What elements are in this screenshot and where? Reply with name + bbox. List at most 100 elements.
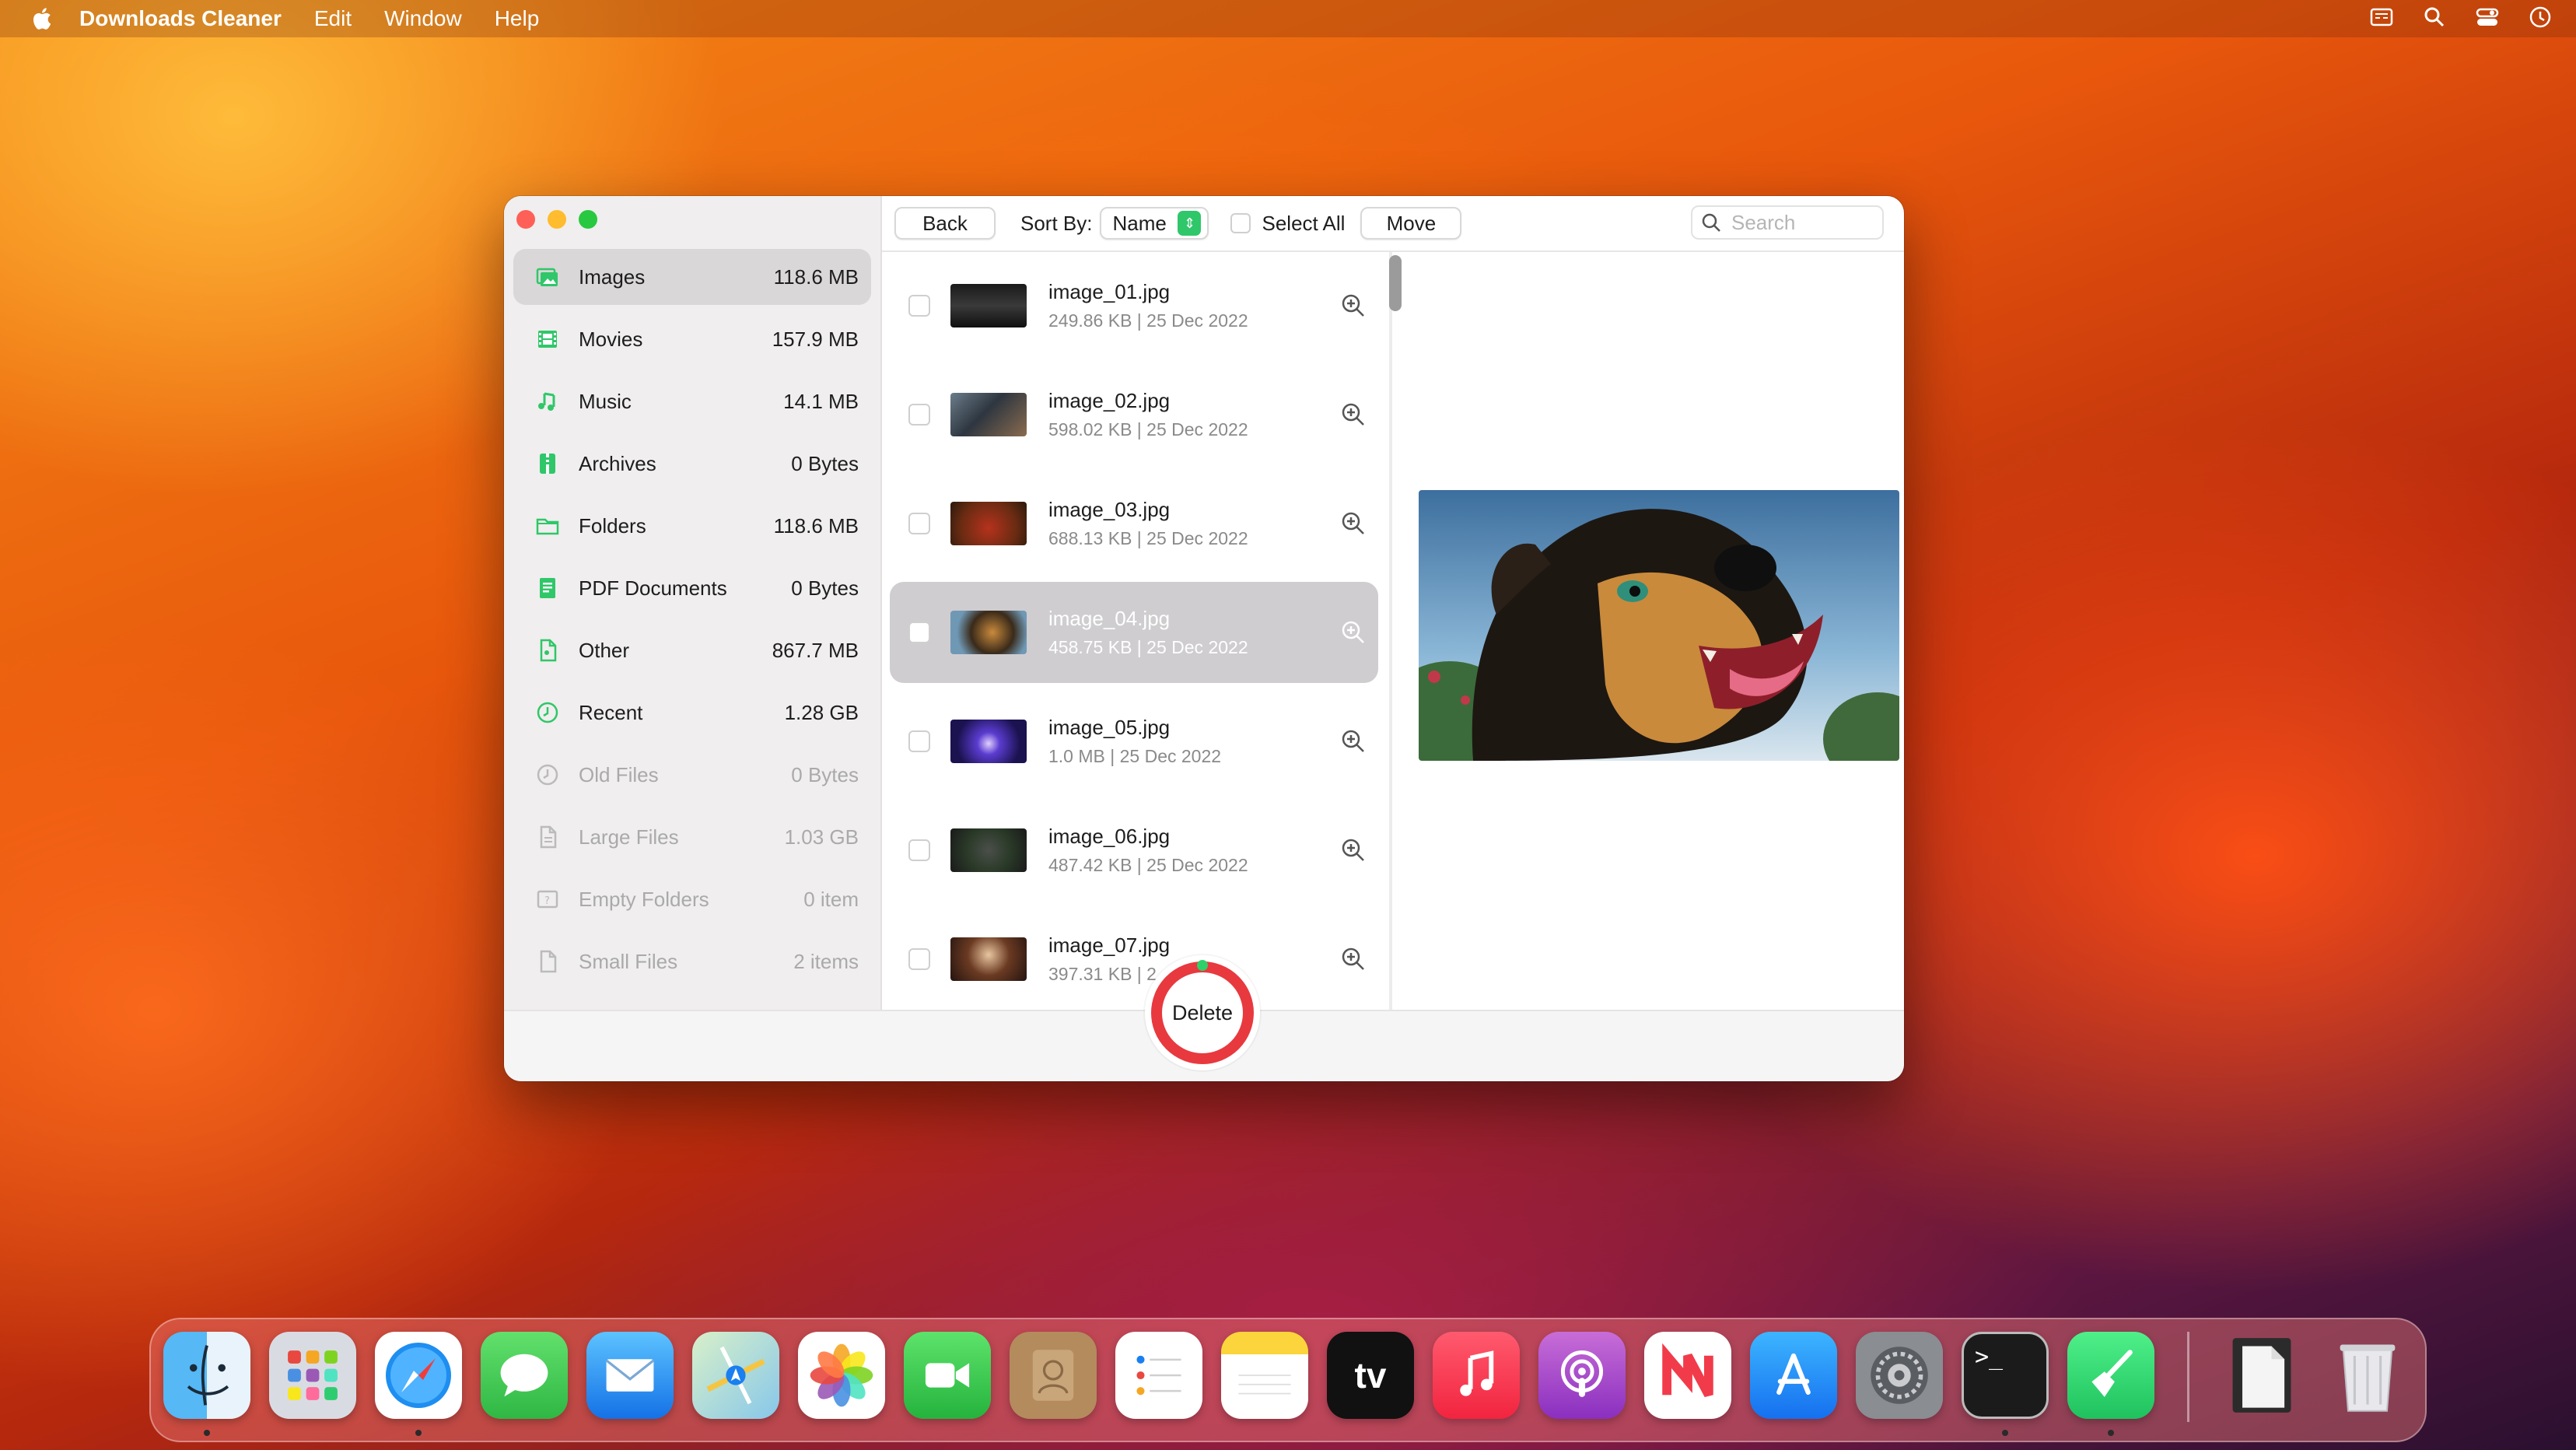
file-row[interactable]: image_05.jpg 1.0 MB | 25 Dec 2022 (890, 691, 1378, 792)
menu-app-name[interactable]: Downloads Cleaner (79, 6, 282, 31)
sidebar-item-images[interactable]: Images 118.6 MB (513, 249, 871, 305)
chevron-up-down-icon: ⇕ (1178, 211, 1202, 236)
dock-terminal-icon[interactable]: >_ (1962, 1332, 2049, 1419)
file-name: image_04.jpg (1048, 607, 1171, 630)
dock-mail-icon[interactable] (586, 1332, 674, 1419)
sidebar-item-size: 0 item (803, 887, 859, 911)
zoom-in-icon[interactable] (1339, 727, 1367, 755)
archive-icon (534, 450, 562, 478)
dock-running-indicator (2108, 1430, 2114, 1436)
file-row[interactable]: image_02.jpg 598.02 KB | 25 Dec 2022 (890, 364, 1378, 465)
folder-icon (534, 512, 562, 540)
menu-help[interactable]: Help (495, 6, 540, 31)
file-checkbox[interactable] (908, 730, 930, 752)
sidebar-item-pdf-documents[interactable]: PDF Documents 0 Bytes (513, 560, 871, 616)
file-checkbox[interactable] (908, 513, 930, 534)
zoom-in-icon[interactable] (1339, 510, 1367, 538)
zoom-in-icon[interactable] (1339, 618, 1367, 646)
select-all-checkbox[interactable] (1230, 213, 1251, 233)
sidebar-item-old-files[interactable]: Old Files 0 Bytes (513, 747, 871, 803)
sidebar-item-archives[interactable]: Archives 0 Bytes (513, 436, 871, 492)
search-placeholder: Search (1731, 210, 1796, 234)
dock-apple-tv-icon[interactable]: tv (1327, 1332, 1414, 1419)
zoom-in-icon[interactable] (1339, 292, 1367, 320)
sort-by-select[interactable]: Name ⇕ (1100, 207, 1209, 240)
file-row[interactable]: image_07.jpg 397.31 KB | 2 (890, 909, 1378, 1010)
dock-maps-icon[interactable] (692, 1332, 779, 1419)
move-button[interactable]: Move (1360, 207, 1462, 240)
file-name: image_07.jpg (1048, 933, 1171, 957)
category-list: Images 118.6 MB Movies 157.9 MB Music 14… (513, 249, 871, 996)
dock-notes-icon[interactable] (1221, 1332, 1308, 1419)
sidebar-item-folders[interactable]: Folders 118.6 MB (513, 498, 871, 554)
dock-finder-icon[interactable] (163, 1332, 250, 1419)
sidebar-item-music[interactable]: Music 14.1 MB (513, 373, 871, 429)
dock-photos-icon[interactable] (798, 1332, 885, 1419)
sidebar-item-empty-folders[interactable]: ? Empty Folders 0 item (513, 871, 871, 927)
sidebar-item-label: Movies (579, 327, 643, 351)
zoom-window-button[interactable] (579, 210, 597, 229)
minimize-window-button[interactable] (548, 210, 566, 229)
file-checkbox[interactable] (908, 622, 930, 643)
search-field[interactable]: Search (1691, 205, 1884, 240)
clock-status-icon[interactable] (2528, 5, 2553, 30)
sidebar-item-other[interactable]: Other 867.7 MB (513, 622, 871, 678)
delete-button[interactable]: Delete (1151, 961, 1254, 1064)
sidebar-item-large-files[interactable]: Large Files 1.03 GB (513, 809, 871, 865)
file-row[interactable]: image_01.jpg 249.86 KB | 25 Dec 2022 (890, 255, 1378, 356)
file-thumbnail (950, 611, 1027, 654)
scrollbar-track[interactable] (1389, 252, 1392, 1010)
sidebar-item-label: Images (579, 264, 646, 289)
dock-reminders-icon[interactable] (1115, 1332, 1202, 1419)
sidebar-item-recent[interactable]: Recent 1.28 GB (513, 685, 871, 741)
terminal-prompt-icon: >_ (1975, 1343, 2004, 1371)
file-meta: 688.13 KB | 25 Dec 2022 (1048, 528, 1248, 548)
menu-window[interactable]: Window (384, 6, 462, 31)
sidebar-item-size: 867.7 MB (772, 638, 859, 662)
file-checkbox[interactable] (908, 404, 930, 426)
dock-facetime-icon[interactable] (904, 1332, 991, 1419)
file-checkbox[interactable] (908, 839, 930, 861)
file-row[interactable]: image_03.jpg 688.13 KB | 25 Dec 2022 (890, 473, 1378, 574)
dock-downloads-cleaner-icon[interactable] (2067, 1332, 2154, 1419)
file-row[interactable]: image_06.jpg 487.42 KB | 25 Dec 2022 (890, 800, 1378, 901)
dock-app-store-icon[interactable] (1750, 1332, 1837, 1419)
dock-podcasts-icon[interactable] (1538, 1332, 1626, 1419)
menu-edit[interactable]: Edit (314, 6, 352, 31)
dock-messages-icon[interactable] (481, 1332, 568, 1419)
zoom-in-icon[interactable] (1339, 836, 1367, 864)
control-center-icon[interactable] (2475, 5, 2500, 30)
dock-trash-icon[interactable] (2324, 1332, 2411, 1419)
zoom-in-icon[interactable] (1339, 945, 1367, 973)
close-window-button[interactable] (516, 210, 535, 229)
file-name: image_06.jpg (1048, 825, 1171, 848)
input-menu-icon[interactable] (2369, 5, 2394, 30)
sidebar-item-movies[interactable]: Movies 157.9 MB (513, 311, 871, 367)
dock-running-indicator (204, 1430, 210, 1436)
scrollbar-thumb[interactable] (1389, 255, 1402, 311)
dock-safari-icon[interactable] (375, 1332, 462, 1419)
apple-menu-icon[interactable] (30, 5, 53, 32)
file-meta: 1.0 MB | 25 Dec 2022 (1048, 746, 1222, 766)
dock-launchpad-icon[interactable] (269, 1332, 356, 1419)
back-button[interactable]: Back (894, 207, 996, 240)
file-thumbnail (950, 502, 1027, 545)
dock-contacts-icon[interactable] (1010, 1332, 1097, 1419)
dock-document-icon[interactable] (2218, 1332, 2305, 1419)
sidebar-item-small-files[interactable]: Small Files 2 items (513, 933, 871, 989)
clock-icon (534, 699, 562, 727)
dog-preview-image (1419, 490, 1899, 761)
dock-running-indicator (415, 1430, 422, 1436)
spotlight-search-icon[interactable] (2422, 5, 2447, 30)
file-checkbox[interactable] (908, 295, 930, 317)
file-row-selected[interactable]: image_04.jpg 458.75 KB | 25 Dec 2022 (890, 582, 1378, 683)
sidebar-item-size: 14.1 MB (783, 389, 859, 413)
dock-system-settings-icon[interactable] (1856, 1332, 1943, 1419)
zoom-in-icon[interactable] (1339, 401, 1367, 429)
music-note-icon (534, 387, 562, 415)
dock-news-icon[interactable] (1644, 1332, 1731, 1419)
file-checkbox[interactable] (908, 948, 930, 970)
select-all-control[interactable]: Select All (1230, 212, 1345, 236)
dock-music-icon[interactable] (1433, 1332, 1520, 1419)
file-thumbnail (950, 284, 1027, 327)
